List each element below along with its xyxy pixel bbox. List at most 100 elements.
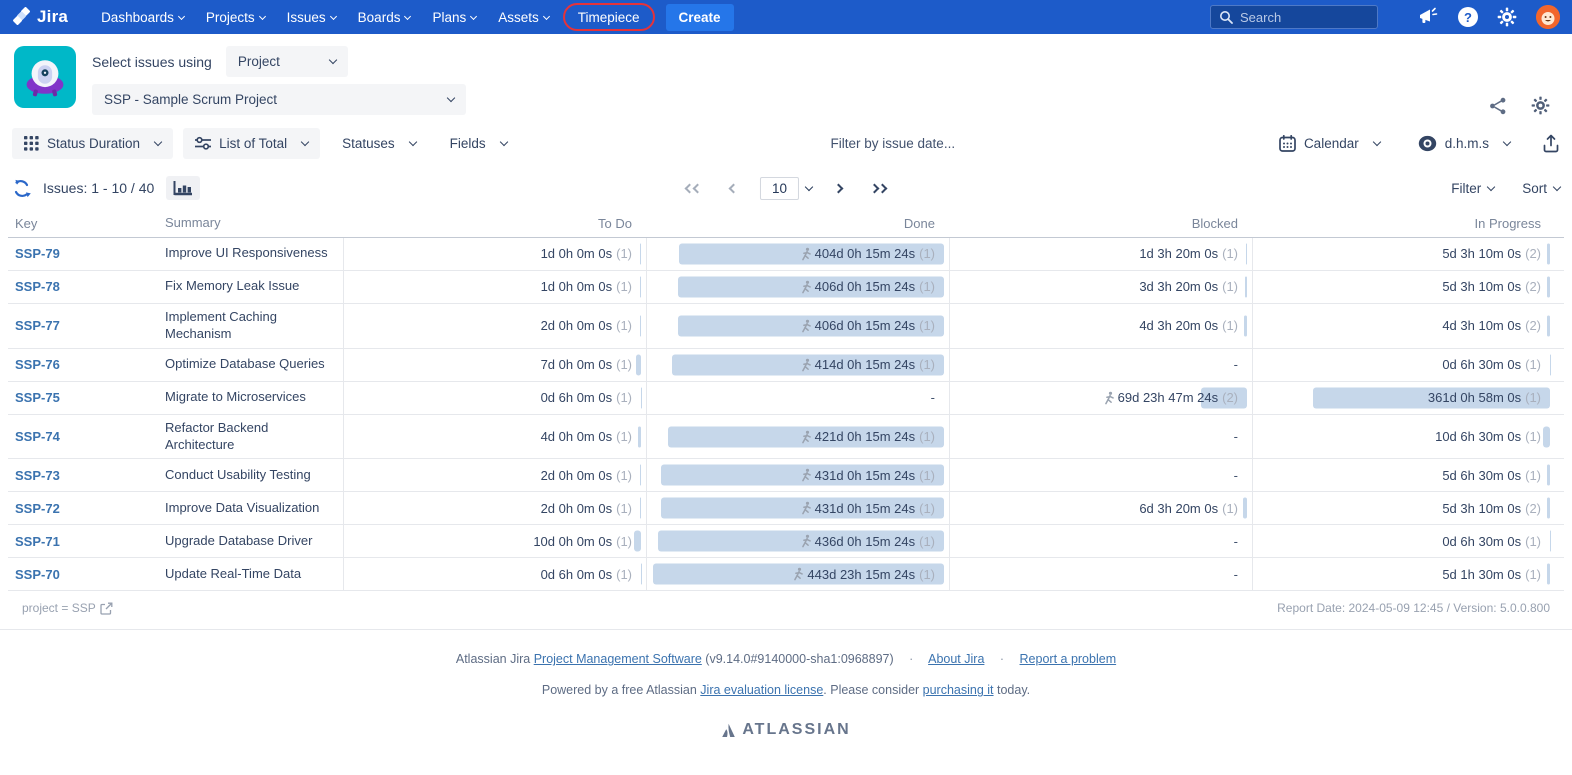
about-jira-link[interactable]: About Jira (928, 652, 984, 666)
inprogress-duration-cell: 0d 6h 30m 0s(1) (1252, 349, 1555, 381)
export-icon[interactable] (1542, 134, 1560, 153)
statuses-dropdown[interactable]: Statuses (330, 128, 428, 159)
key-cell: SSP-71 (8, 525, 165, 557)
refresh-icon[interactable] (12, 179, 31, 198)
share-icon[interactable] (1489, 97, 1507, 115)
inprogress-duration-cell: 4d 3h 10m 0s(2) (1252, 304, 1555, 348)
report-type-dropdown[interactable]: Status Duration (12, 128, 173, 159)
issue-key-link[interactable]: SSP-77 (15, 318, 60, 333)
table-row: SSP-74Refactor Backend Architecture4d 0h… (8, 415, 1564, 460)
key-cell: SSP-78 (8, 271, 165, 303)
todo-duration-cell: 0d 6h 0m 0s(1) (343, 558, 646, 590)
first-page-button[interactable] (680, 181, 707, 196)
issue-key-link[interactable]: SSP-71 (15, 534, 60, 549)
chart-view-button[interactable] (166, 176, 200, 200)
table-row: SSP-75Migrate to Microservices0d 6h 0m 0… (8, 382, 1564, 415)
footer-line1: Atlassian Jira Project Management Softwa… (0, 652, 1572, 666)
issue-source-select[interactable]: Project (226, 46, 348, 77)
blocked-duration-cell: - (949, 525, 1252, 557)
nav-item-plans[interactable]: Plans (421, 0, 487, 34)
inprogress-duration-cell: 5d 3h 10m 0s(2) (1252, 238, 1555, 270)
issue-key-link[interactable]: SSP-70 (15, 567, 60, 582)
key-cell: SSP-76 (8, 349, 165, 381)
table-footer: project = SSP Report Date: 2024-05-09 12… (8, 591, 1564, 629)
time-format-dropdown[interactable]: d.h.m.s (1406, 127, 1522, 160)
issue-key-link[interactable]: SSP-76 (15, 357, 60, 372)
next-page-button[interactable] (829, 181, 848, 196)
prev-page-button[interactable] (724, 181, 743, 196)
todo-duration-cell: 7d 0h 0m 0s(1) (343, 349, 646, 381)
duration-bar (1246, 243, 1247, 264)
runner-icon (799, 358, 812, 372)
pms-link[interactable]: Project Management Software (534, 652, 702, 666)
summary-cell: Update Real-Time Data (165, 558, 343, 590)
done-duration-cell: 443d 23h 15m 24s(1) (646, 558, 949, 590)
key-cell: SSP-79 (8, 238, 165, 270)
duration-bar (1547, 315, 1550, 336)
done-duration-cell: 431d 0h 15m 24s(1) (646, 492, 949, 524)
nav-item-dashboards[interactable]: Dashboards (90, 0, 195, 34)
duration-bar (1243, 498, 1247, 519)
runner-icon (1102, 391, 1115, 405)
runner-icon (799, 468, 812, 482)
todo-duration-cell: 2d 0h 0m 0s(1) (343, 459, 646, 491)
column-header-todo: To Do (343, 210, 646, 237)
evaluation-license-link[interactable]: Jira evaluation license (700, 683, 823, 697)
create-button[interactable]: Create (666, 4, 734, 31)
blocked-duration-cell: 4d 3h 20m 0s(1) (949, 304, 1252, 348)
last-page-button[interactable] (865, 181, 892, 196)
page-size-select[interactable]: 10 (760, 177, 812, 200)
settings-gear-icon[interactable] (1497, 7, 1517, 27)
done-duration-cell: 404d 0h 15m 24s(1) (646, 238, 949, 270)
timepiece-app-icon (14, 46, 76, 108)
issue-key-link[interactable]: SSP-75 (15, 390, 60, 405)
fields-dropdown[interactable]: Fields (438, 128, 519, 159)
blocked-duration-cell: 6d 3h 20m 0s(1) (949, 492, 1252, 524)
project-select[interactable]: SSP - Sample Scrum Project (92, 84, 466, 115)
nav-item-boards[interactable]: Boards (347, 0, 422, 34)
nav-item-projects[interactable]: Projects (195, 0, 276, 34)
search-box[interactable] (1210, 5, 1378, 29)
duration-bar (640, 315, 641, 336)
todo-duration-cell: 2d 0h 0m 0s(1) (343, 492, 646, 524)
issue-key-link[interactable]: SSP-79 (15, 246, 60, 261)
issue-key-link[interactable]: SSP-74 (15, 429, 60, 444)
runner-icon (799, 319, 812, 333)
jira-logo-icon (12, 7, 32, 27)
duration-bar (1244, 315, 1247, 336)
key-cell: SSP-70 (8, 558, 165, 590)
inprogress-duration-cell: 5d 3h 10m 0s(2) (1252, 271, 1555, 303)
list-type-dropdown[interactable]: List of Total (183, 128, 320, 159)
external-link-icon[interactable] (100, 602, 113, 615)
issue-key-link[interactable]: SSP-73 (15, 468, 60, 483)
user-avatar[interactable] (1536, 5, 1560, 29)
calendar-dropdown[interactable]: Calendar (1267, 127, 1392, 160)
duration-bar (1547, 276, 1550, 297)
duration-bar (640, 276, 641, 297)
duration-bar (638, 426, 641, 447)
purchasing-link[interactable]: purchasing it (923, 683, 994, 697)
jira-logo[interactable]: Jira (12, 7, 68, 27)
issue-key-link[interactable]: SSP-72 (15, 501, 60, 516)
search-input[interactable] (1240, 10, 1360, 25)
footer-line2: Powered by a free Atlassian Jira evaluat… (0, 683, 1572, 697)
help-icon[interactable]: ? (1458, 7, 1478, 27)
summary-cell: Migrate to Microservices (165, 382, 343, 414)
issues-count-label: Issues: 1 - 10 / 40 (43, 180, 154, 196)
nav-item-timepiece[interactable]: Timepiece (563, 3, 655, 31)
duration-bar (636, 354, 641, 375)
key-cell: SSP-74 (8, 415, 165, 459)
filter-dropdown[interactable]: Filter (1451, 181, 1494, 196)
report-problem-link[interactable]: Report a problem (1020, 652, 1117, 666)
runner-icon (791, 567, 804, 581)
summary-cell: Implement Caching Mechanism (165, 304, 343, 348)
nav-item-assets[interactable]: Assets (487, 0, 560, 34)
sort-dropdown[interactable]: Sort (1522, 181, 1560, 196)
issue-key-link[interactable]: SSP-78 (15, 279, 60, 294)
blocked-duration-cell: - (949, 459, 1252, 491)
announcements-icon[interactable] (1417, 7, 1439, 27)
filter-by-date-input[interactable]: Filter by issue date... (529, 136, 1257, 151)
report-settings-gear-icon[interactable] (1531, 96, 1550, 115)
summary-cell: Conduct Usability Testing (165, 459, 343, 491)
nav-item-issues[interactable]: Issues (276, 0, 347, 34)
